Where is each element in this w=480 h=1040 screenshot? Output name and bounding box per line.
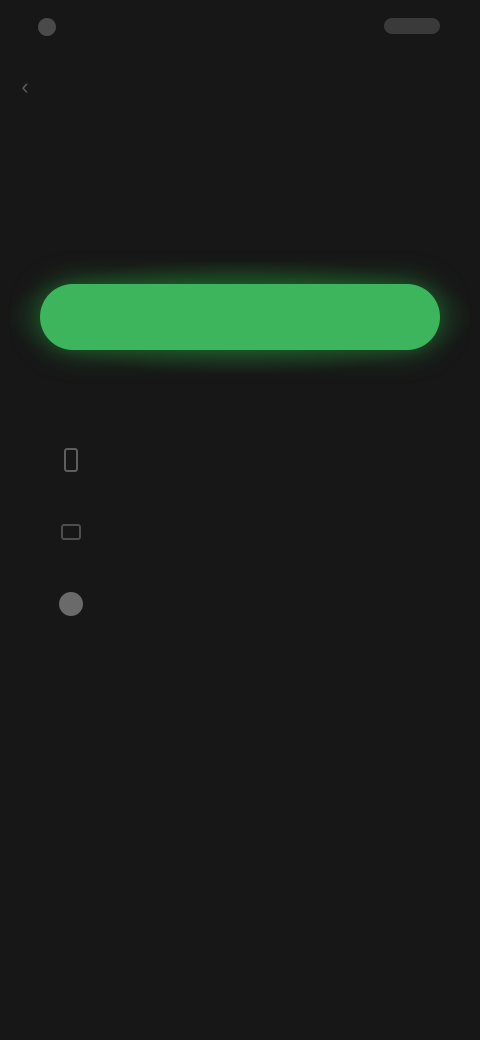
option-mail-button[interactable] [40,504,440,560]
mail-icon [54,515,88,549]
status-bar [0,0,480,56]
status-indicator-icon [38,18,56,36]
primary-action-button[interactable] [40,284,440,350]
account-icon [54,587,88,621]
status-icons [384,18,440,34]
back-button[interactable]: ‹ [14,76,36,98]
option-account-button[interactable] [40,576,440,632]
option-phone-button[interactable] [40,432,440,488]
phone-icon [54,443,88,477]
back-arrow-icon: ‹ [21,74,29,99]
